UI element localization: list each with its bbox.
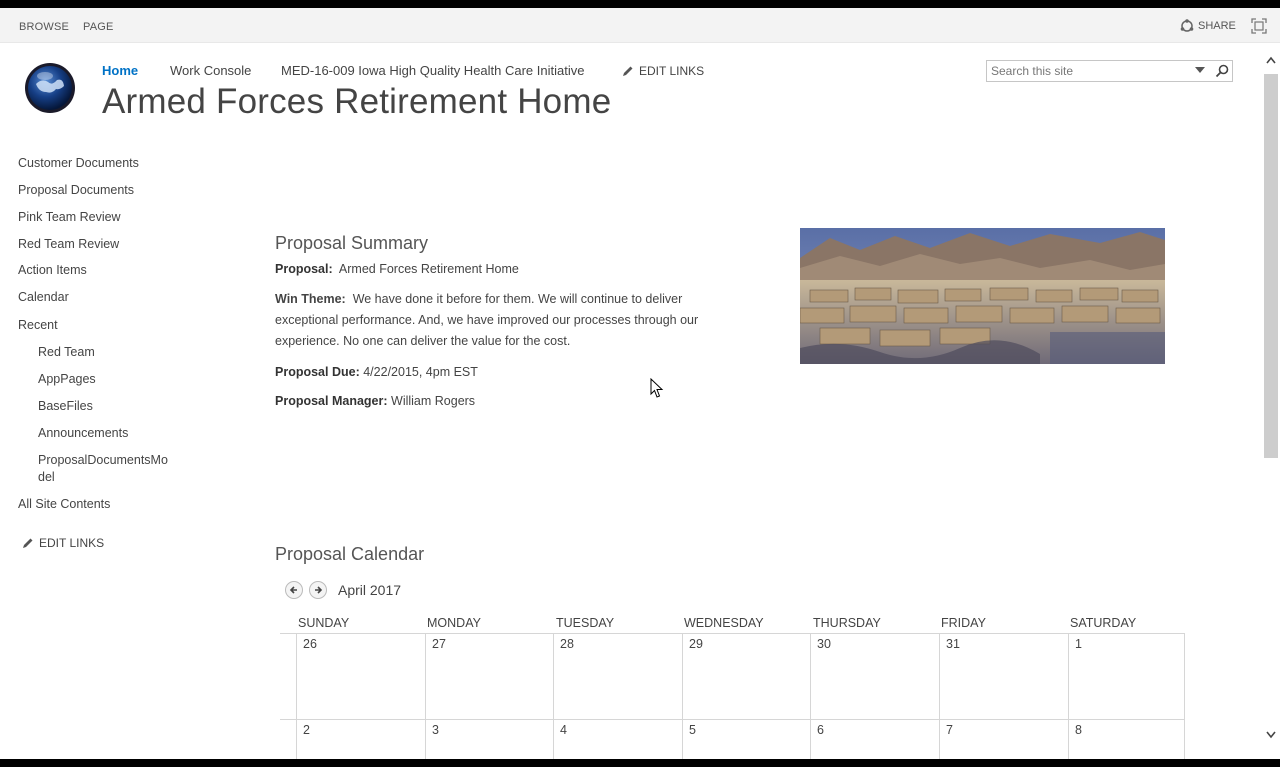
military-base-photo: [800, 228, 1165, 364]
calendar-day-cell[interactable]: 27: [425, 633, 554, 719]
calendar-day-cell[interactable]: 4: [553, 719, 682, 759]
search-box: [986, 60, 1233, 82]
day-number: 5: [689, 723, 696, 737]
search-icon[interactable]: [1215, 64, 1229, 78]
sidebar-item-recent[interactable]: Recent: [18, 318, 58, 332]
day-number: 30: [817, 637, 831, 651]
calendar-day-cell[interactable]: 3: [425, 719, 554, 759]
calendar-day-cell[interactable]: 5: [682, 719, 811, 759]
day-number: 4: [560, 723, 567, 737]
proposal-due-label: Proposal Due:: [275, 365, 360, 379]
scroll-up-arrow-icon[interactable]: [1266, 56, 1276, 64]
calendar-day-cell[interactable]: 7: [939, 719, 1068, 759]
calendar-prev-button[interactable]: [285, 581, 303, 599]
calendar-month-label: April 2017: [338, 582, 402, 598]
day-number: 27: [432, 637, 446, 651]
proposal-manager-value: William Rogers: [391, 394, 476, 408]
site-logo[interactable]: [24, 60, 76, 116]
calendar-day-cell[interactable]: 6: [810, 719, 939, 759]
calendar-day-cell[interactable]: 1: [1068, 633, 1185, 719]
sidebar-item-action-items[interactable]: Action Items: [18, 263, 87, 277]
sidebar-item-calendar[interactable]: Calendar: [18, 290, 69, 304]
edit-links-left-button[interactable]: EDIT LINKS: [21, 536, 104, 550]
sidebar-recent-proposaldocumentsmodel-cont[interactable]: del: [38, 470, 55, 484]
sidebar-item-red-team-review[interactable]: Red Team Review: [18, 237, 119, 251]
day-number: 28: [560, 637, 574, 651]
pencil-icon: [623, 66, 633, 76]
calendar-day-cell[interactable]: 29: [682, 633, 811, 719]
sidebar-recent-announcements[interactable]: Announcements: [38, 426, 128, 440]
nav-med-16-009[interactable]: MED-16-009 Iowa High Quality Health Care…: [281, 63, 584, 78]
arrow-right-icon: [315, 586, 323, 594]
share-button[interactable]: SHARE: [1180, 19, 1236, 33]
day-number: 29: [689, 637, 703, 651]
search-input[interactable]: [991, 63, 1191, 79]
edit-links-label: EDIT LINKS: [39, 536, 105, 550]
win-theme-label: Win Theme:: [275, 292, 346, 306]
proposal-calendar-heading: Proposal Calendar: [275, 544, 425, 564]
sidebar-item-customer-documents[interactable]: Customer Documents: [18, 156, 139, 170]
pencil-icon: [23, 538, 33, 548]
day-number: 2: [303, 723, 310, 737]
day-number: 3: [432, 723, 439, 737]
sidebar-recent-apppages[interactable]: AppPages: [38, 372, 96, 386]
proposal-manager-line: Proposal Manager: William Rogers: [275, 391, 475, 412]
day-header-sunday: SUNDAY: [298, 616, 350, 630]
sidebar-item-proposal-documents[interactable]: Proposal Documents: [18, 183, 134, 197]
proposal-manager-label: Proposal Manager:: [275, 394, 388, 408]
proposal-due-line: Proposal Due: 4/22/2015, 4pm EST: [275, 362, 478, 383]
calendar-day-cell[interactable]: 28: [553, 633, 682, 719]
sidebar-item-pink-team-review[interactable]: Pink Team Review: [18, 210, 121, 224]
calendar-grid: 26 27 28 29 30 31 1 2 3 4 5 6 7 8: [280, 633, 1185, 759]
calendar-day-cell[interactable]: 2: [296, 719, 425, 759]
sidebar-recent-red-team[interactable]: Red Team: [38, 345, 95, 359]
tab-page[interactable]: PAGE: [83, 21, 114, 33]
day-header-monday: MONDAY: [427, 616, 481, 630]
ribbon-bar: BROWSE PAGE SHARE: [0, 8, 1280, 43]
site-title[interactable]: Armed Forces Retirement Home: [102, 82, 611, 122]
proposal-line: Proposal: Armed Forces Retirement Home: [275, 259, 519, 280]
edit-links-label: EDIT LINKS: [639, 64, 705, 78]
share-label: SHARE: [1198, 20, 1236, 32]
win-theme-paragraph: Win Theme: We have done it before for th…: [275, 289, 715, 352]
sidebar-recent-basefiles[interactable]: BaseFiles: [38, 399, 93, 413]
calendar-day-cell[interactable]: 8: [1068, 719, 1185, 759]
day-header-friday: FRIDAY: [941, 616, 986, 630]
focus-mode-icon[interactable]: [1251, 18, 1267, 34]
day-number: 26: [303, 637, 317, 651]
edit-links-top-button[interactable]: EDIT LINKS: [621, 64, 704, 78]
scrollbar-thumb[interactable]: [1264, 74, 1278, 458]
day-number: 6: [817, 723, 824, 737]
proposal-due-value: 4/22/2015, 4pm EST: [363, 365, 478, 379]
nav-home[interactable]: Home: [102, 63, 138, 78]
nav-work-console[interactable]: Work Console: [170, 63, 251, 78]
day-number: 1: [1075, 637, 1082, 651]
search-scope-dropdown-icon[interactable]: [1195, 67, 1205, 74]
day-number: 7: [946, 723, 953, 737]
day-header-thursday: THURSDAY: [813, 616, 881, 630]
tab-browse[interactable]: BROWSE: [19, 21, 69, 33]
mouse-cursor-icon: [650, 378, 664, 398]
day-header-saturday: SATURDAY: [1070, 616, 1137, 630]
sidebar-item-all-site-contents[interactable]: All Site Contents: [18, 497, 110, 511]
day-header-wednesday: WEDNESDAY: [684, 616, 764, 630]
share-icon: [1180, 19, 1194, 32]
proposal-value: Armed Forces Retirement Home: [338, 262, 519, 276]
proposal-summary-heading: Proposal Summary: [275, 233, 429, 253]
proposal-label: Proposal:: [275, 262, 333, 276]
calendar-day-cell[interactable]: 26: [296, 633, 425, 719]
calendar-next-button[interactable]: [309, 581, 327, 599]
sidebar-recent-proposaldocumentsmodel[interactable]: ProposalDocumentsMo: [38, 453, 168, 467]
calendar-day-cell[interactable]: 30: [810, 633, 939, 719]
scroll-down-arrow-icon[interactable]: [1266, 731, 1276, 739]
day-number: 31: [946, 637, 960, 651]
day-number: 8: [1075, 723, 1082, 737]
arrow-left-icon: [289, 586, 297, 594]
day-header-tuesday: TUESDAY: [556, 616, 615, 630]
calendar-day-cell[interactable]: 31: [939, 633, 1068, 719]
